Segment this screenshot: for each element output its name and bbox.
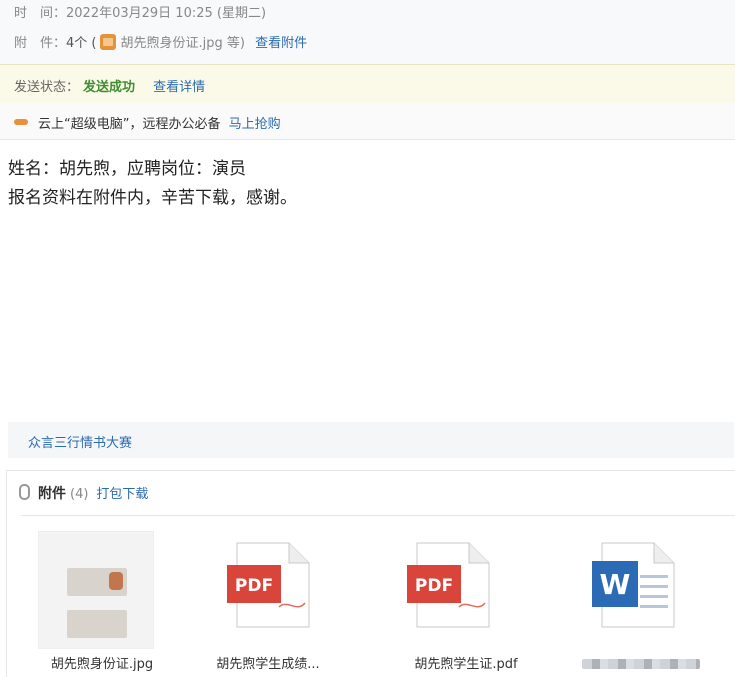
jpg-file-icon bbox=[100, 34, 117, 50]
send-status-label: 发送状态： bbox=[14, 80, 80, 95]
ad-bar: 云上“超级电脑”，远程办公必备 马上抢购 bbox=[0, 103, 735, 140]
attachments-panel: 附件 (4) 打包下载 胡先煦身份证.jpg PDF 胡先煦学生成绩... PDF … bbox=[6, 470, 735, 677]
pdf-badge: PDF bbox=[415, 576, 453, 596]
time-label: 时 间： bbox=[14, 6, 67, 21]
attachments-header: 附件 (4) 打包下载 bbox=[19, 483, 148, 503]
blurred-file-name bbox=[582, 659, 700, 669]
image-thumbnail-icon bbox=[38, 531, 154, 649]
id-card-front bbox=[67, 568, 127, 596]
promo-bar: 众言三行情书大赛 bbox=[8, 422, 734, 458]
ad-text: 云上“超级电脑”，远程办公必备 bbox=[38, 117, 221, 132]
id-card-back bbox=[67, 610, 127, 638]
send-status-bar: 发送状态： 发送成功 查看详情 bbox=[0, 64, 735, 104]
attachment-count: 4个 ( bbox=[66, 36, 97, 51]
body-line-1: 姓名：胡先煦，应聘岗位：演员 bbox=[8, 159, 246, 179]
pdf-badge: PDF bbox=[235, 576, 273, 596]
first-attachment-name[interactable]: 胡先煦身份证.jpg 等) bbox=[120, 36, 244, 51]
attachment-name: 胡先煦学生成绩... bbox=[216, 657, 320, 672]
buy-now-link[interactable]: 马上抢购 bbox=[229, 117, 281, 132]
mail-header: 时 间：2022年03月29日 10:25 (星期二) 附 件：4个 ( 胡先煦身… bbox=[0, 0, 735, 64]
time-row: 时 间：2022年03月29日 10:25 (星期二) bbox=[14, 2, 266, 21]
rocket-icon bbox=[14, 119, 28, 125]
view-attachments-link[interactable]: 查看附件 bbox=[255, 36, 307, 51]
download-all-link[interactable]: 打包下载 bbox=[96, 487, 148, 502]
attachment-name: 胡先煦身份证.jpg bbox=[50, 657, 154, 672]
pdf-file-icon: PDF bbox=[227, 542, 310, 628]
body-line-2: 报名资料在附件内，辛苦下载，感谢。 bbox=[8, 188, 297, 208]
view-details-link[interactable]: 查看详情 bbox=[153, 80, 205, 95]
paperclip-icon bbox=[19, 484, 30, 500]
time-value: 2022年03月29日 10:25 (星期二) bbox=[66, 6, 267, 21]
attachment-label: 附 件： bbox=[14, 36, 67, 51]
attachment-name: 胡先煦学生证.pdf bbox=[414, 657, 518, 672]
pdf-file-icon: PDF bbox=[407, 542, 490, 628]
divider bbox=[21, 515, 735, 516]
attachment-row: 附 件：4个 ( 胡先煦身份证.jpg 等) 查看附件 bbox=[14, 32, 307, 51]
mail-body: 姓名：胡先煦，应聘岗位：演员 报名资料在附件内，辛苦下载，感谢。 bbox=[8, 155, 297, 213]
word-badge: W bbox=[600, 568, 631, 601]
attachments-count: (4) bbox=[70, 487, 89, 502]
attachments-title: 附件 bbox=[38, 486, 66, 502]
promo-link[interactable]: 众言三行情书大赛 bbox=[28, 432, 132, 451]
send-status-value: 发送成功 bbox=[83, 80, 136, 95]
word-file-icon: W bbox=[592, 542, 675, 628]
